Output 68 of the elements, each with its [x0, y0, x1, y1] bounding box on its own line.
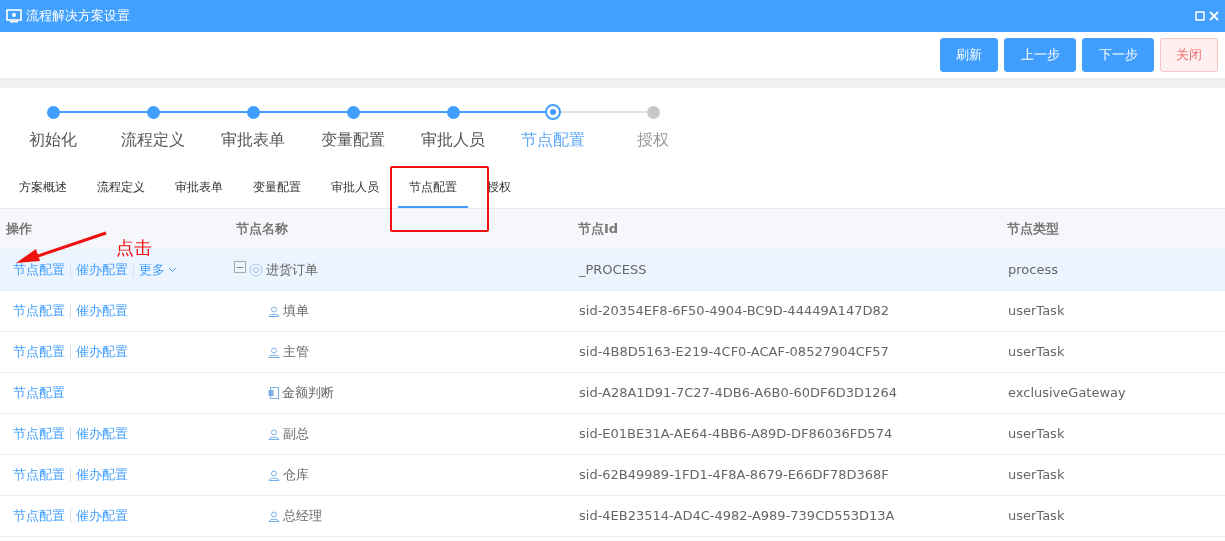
document-icon [268, 387, 279, 399]
action-link[interactable]: 节点配置 [13, 465, 65, 485]
action-link[interactable]: 催办配置 [76, 424, 128, 444]
chevron-down-icon [168, 267, 177, 273]
column-header: 操作 [5, 220, 33, 239]
toolbar-button[interactable]: 刷新 [940, 38, 998, 72]
action-link[interactable]: 节点配置 [13, 424, 65, 444]
table-cell-text: process [1007, 261, 1059, 280]
user-icon [268, 428, 280, 440]
table-cell-text: sid-E01BE31A-AE64-4BB6-A89D-DF86036FD574 [578, 425, 894, 444]
close-icon[interactable] [1209, 11, 1219, 21]
table-cell-text: exclusiveGateway [1007, 384, 1127, 403]
step-label: 授权 [636, 129, 670, 151]
user-icon [268, 346, 280, 358]
step-label: 流程定义 [120, 129, 186, 151]
action-link[interactable]: 节点配置 [13, 301, 65, 321]
toolbar-button[interactable]: 下一步 [1082, 38, 1154, 72]
action-link[interactable]: 催办配置 [76, 260, 128, 280]
tab[interactable]: 授权 [476, 168, 522, 208]
tab[interactable]: 流程定义 [86, 168, 156, 208]
tab[interactable]: 审批表单 [164, 168, 234, 208]
user-icon [268, 305, 280, 317]
window-title: 流程解决方案设置 [26, 7, 130, 26]
monitor-icon [6, 9, 22, 23]
more-link[interactable]: 更多 [139, 260, 177, 280]
table-cell-text: userTask [1007, 507, 1066, 526]
tab[interactable]: 审批人员 [320, 168, 390, 208]
table-cell-text: userTask [1007, 302, 1066, 321]
column-header: 节点类型 [1006, 220, 1060, 239]
step-label: 节点配置 [520, 129, 586, 151]
action-link[interactable]: 节点配置 [13, 506, 65, 526]
user-icon [268, 510, 280, 522]
toolbar-button[interactable]: 关闭 [1160, 38, 1218, 72]
table-cell-text: userTask [1007, 343, 1066, 362]
node-name: 仓库 [283, 466, 309, 485]
action-link[interactable]: 催办配置 [76, 465, 128, 485]
table-cell-text: userTask [1007, 425, 1066, 444]
user-icon [268, 469, 280, 481]
table-cell-text: sid-4B8D5163-E219-4CF0-ACAF-08527904CF57 [578, 343, 890, 362]
action-link[interactable]: 节点配置 [13, 383, 65, 403]
node-name: 总经理 [283, 507, 322, 526]
table-cell-text: sid-20354EF8-6F50-4904-BC9D-44449A147D82 [578, 302, 890, 321]
maximize-icon[interactable] [1195, 11, 1205, 21]
action-link[interactable]: 催办配置 [76, 342, 128, 362]
collapse-toggle[interactable] [234, 261, 246, 273]
step-label: 初始化 [28, 129, 78, 151]
table-cell-text: sid-62B49989-1FD1-4F8A-8679-E66DF78D368F [578, 466, 890, 485]
node-name: 金额判断 [282, 384, 334, 403]
node-name: 进货订单 [266, 261, 318, 280]
node-name: 主管 [283, 343, 309, 362]
action-link[interactable]: 节点配置 [13, 260, 65, 280]
table-cell-text: userTask [1007, 466, 1066, 485]
column-header: 节点名称 [235, 220, 289, 239]
tab[interactable]: 变量配置 [242, 168, 312, 208]
step-label: 变量配置 [320, 129, 386, 151]
table-cell-text: sid-A28A1D91-7C27-4DB6-A6B0-60DF6D3D1264 [578, 384, 899, 403]
step-label: 审批人员 [420, 129, 486, 151]
node-name: 填单 [283, 302, 309, 321]
action-link[interactable]: 节点配置 [13, 342, 65, 362]
toolbar-button[interactable]: 上一步 [1004, 38, 1076, 72]
table-cell-text: sid-4EB23514-AD4C-4982-A989-739CD553D13A [578, 507, 896, 526]
action-link[interactable]: 催办配置 [76, 506, 128, 526]
column-header: 节点Id [577, 220, 620, 239]
action-link[interactable]: 催办配置 [76, 301, 128, 321]
node-name: 副总 [283, 425, 309, 444]
step-label: 审批表单 [220, 129, 286, 151]
tab[interactable]: 方案概述 [8, 168, 78, 208]
table-cell-text: _PROCESS [578, 261, 648, 280]
